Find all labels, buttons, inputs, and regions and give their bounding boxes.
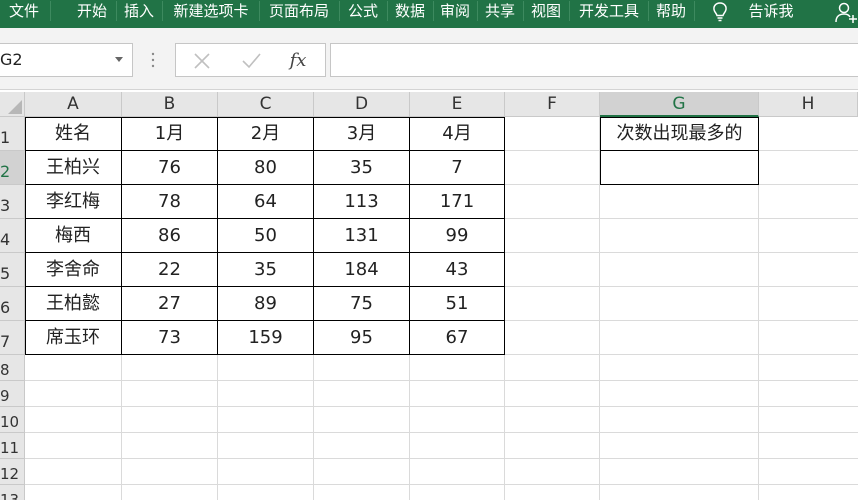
more-options-icon[interactable] <box>150 50 156 70</box>
table-cell[interactable]: 席玉环 <box>25 321 121 354</box>
selected-cell-g2[interactable] <box>601 151 758 184</box>
tab-review[interactable]: 审阅 <box>435 0 475 24</box>
column-header-f[interactable]: F <box>505 92 600 117</box>
header-cell-mar[interactable]: 3月 <box>314 118 409 150</box>
tell-me-label[interactable]: 告诉我 <box>740 0 802 24</box>
table-cell[interactable]: 22 <box>122 253 217 286</box>
ribbon-tab-bar: 文件 开始 插入 新建选项卡 页面布局 公式 数据 审阅 共享 视图 开发工具 … <box>0 0 858 28</box>
row-header-4[interactable]: 4 <box>0 219 25 253</box>
select-all-corner[interactable] <box>0 92 25 117</box>
row-header-3[interactable]: 3 <box>0 185 25 219</box>
fx-icon[interactable]: fx <box>286 50 310 72</box>
column-header-g[interactable]: G <box>600 92 759 117</box>
row-header-12[interactable]: 12 <box>0 459 25 485</box>
column-header-h[interactable]: H <box>759 92 858 117</box>
table-cell[interactable]: 王柏懿 <box>25 287 121 320</box>
table-cell[interactable]: 35 <box>218 253 313 286</box>
most-frequent-label[interactable]: 次数出现最多的 <box>601 118 758 150</box>
table-cell[interactable]: 梅西 <box>25 219 121 252</box>
table-cell[interactable]: 78 <box>122 185 217 218</box>
lightbulb-icon[interactable] <box>710 0 730 24</box>
column-header-a[interactable]: A <box>25 92 122 117</box>
tab-developer[interactable]: 开发工具 <box>572 0 646 24</box>
row-header-10[interactable]: 10 <box>0 407 25 433</box>
column-header-d[interactable]: D <box>314 92 410 117</box>
table-cell[interactable]: 35 <box>314 151 409 184</box>
row-header-1[interactable]: 1 <box>0 117 25 151</box>
tab-formulas[interactable]: 公式 <box>341 0 385 24</box>
share-user-icon[interactable] <box>834 0 858 24</box>
table-cell[interactable]: 64 <box>218 185 313 218</box>
table-cell[interactable]: 95 <box>314 321 409 354</box>
tab-insert[interactable]: 插入 <box>118 0 160 24</box>
table-cell[interactable]: 131 <box>314 219 409 252</box>
row-header-7[interactable]: 7 <box>0 321 25 355</box>
name-box[interactable]: G2 <box>0 43 133 77</box>
cell-grid[interactable]: 姓名 1月 2月 3月 4月 王柏兴 76 80 35 7 李红梅 78 64 … <box>25 117 858 500</box>
row-header-5[interactable]: 5 <box>0 253 25 287</box>
row-header-2[interactable]: 2 <box>0 151 25 185</box>
table-cell[interactable]: 86 <box>122 219 217 252</box>
row-headers: 1 2 3 4 5 6 7 8 9 10 11 12 13 <box>0 117 25 500</box>
tab-file[interactable]: 文件 <box>0 0 48 24</box>
column-header-e[interactable]: E <box>410 92 505 117</box>
table-cell[interactable]: 113 <box>314 185 409 218</box>
chevron-down-icon[interactable] <box>115 57 123 62</box>
table-cell[interactable]: 89 <box>218 287 313 320</box>
column-header-c[interactable]: C <box>218 92 314 117</box>
table-cell[interactable]: 51 <box>410 287 504 320</box>
row-header-11[interactable]: 11 <box>0 433 25 459</box>
tab-home[interactable]: 开始 <box>70 0 114 24</box>
column-header-b[interactable]: B <box>122 92 218 117</box>
row-header-6[interactable]: 6 <box>0 287 25 321</box>
table-cell[interactable]: 73 <box>122 321 217 354</box>
table-cell[interactable]: 李红梅 <box>25 185 121 218</box>
table-cell[interactable]: 184 <box>314 253 409 286</box>
check-icon[interactable] <box>239 50 263 72</box>
x-icon[interactable] <box>190 50 214 72</box>
row-header-13[interactable]: 13 <box>0 485 25 500</box>
row-header-9[interactable]: 9 <box>0 381 25 407</box>
tab-data[interactable]: 数据 <box>389 0 431 24</box>
table-cell[interactable]: 王柏兴 <box>25 151 121 184</box>
table-cell[interactable]: 99 <box>410 219 504 252</box>
table-cell[interactable]: 75 <box>314 287 409 320</box>
column-headers: A B C D E F G H <box>25 92 858 117</box>
tab-view[interactable]: 视图 <box>525 0 567 24</box>
row-header-8[interactable]: 8 <box>0 355 25 381</box>
table-cell[interactable]: 7 <box>410 151 504 184</box>
table-cell[interactable]: 159 <box>218 321 313 354</box>
table-cell[interactable]: 80 <box>218 151 313 184</box>
header-cell-name[interactable]: 姓名 <box>25 118 121 150</box>
table-cell[interactable]: 76 <box>122 151 217 184</box>
header-cell-jan[interactable]: 1月 <box>122 118 217 150</box>
table-cell[interactable]: 27 <box>122 287 217 320</box>
header-cell-feb[interactable]: 2月 <box>218 118 313 150</box>
table-cell[interactable]: 67 <box>410 321 504 354</box>
table-cell[interactable]: 李舍命 <box>25 253 121 286</box>
table-cell[interactable]: 43 <box>410 253 504 286</box>
tab-share[interactable]: 共享 <box>479 0 521 24</box>
tab-help[interactable]: 帮助 <box>650 0 692 24</box>
table-cell[interactable]: 171 <box>410 185 504 218</box>
table-cell[interactable]: 50 <box>218 219 313 252</box>
formula-input[interactable] <box>330 43 858 77</box>
tab-new-tab[interactable]: 新建选项卡 <box>165 0 257 24</box>
name-box-value: G2 <box>0 50 23 69</box>
header-cell-apr[interactable]: 4月 <box>410 118 504 150</box>
tab-page-layout[interactable]: 页面布局 <box>261 0 337 24</box>
formula-buttons: fx <box>175 43 326 77</box>
